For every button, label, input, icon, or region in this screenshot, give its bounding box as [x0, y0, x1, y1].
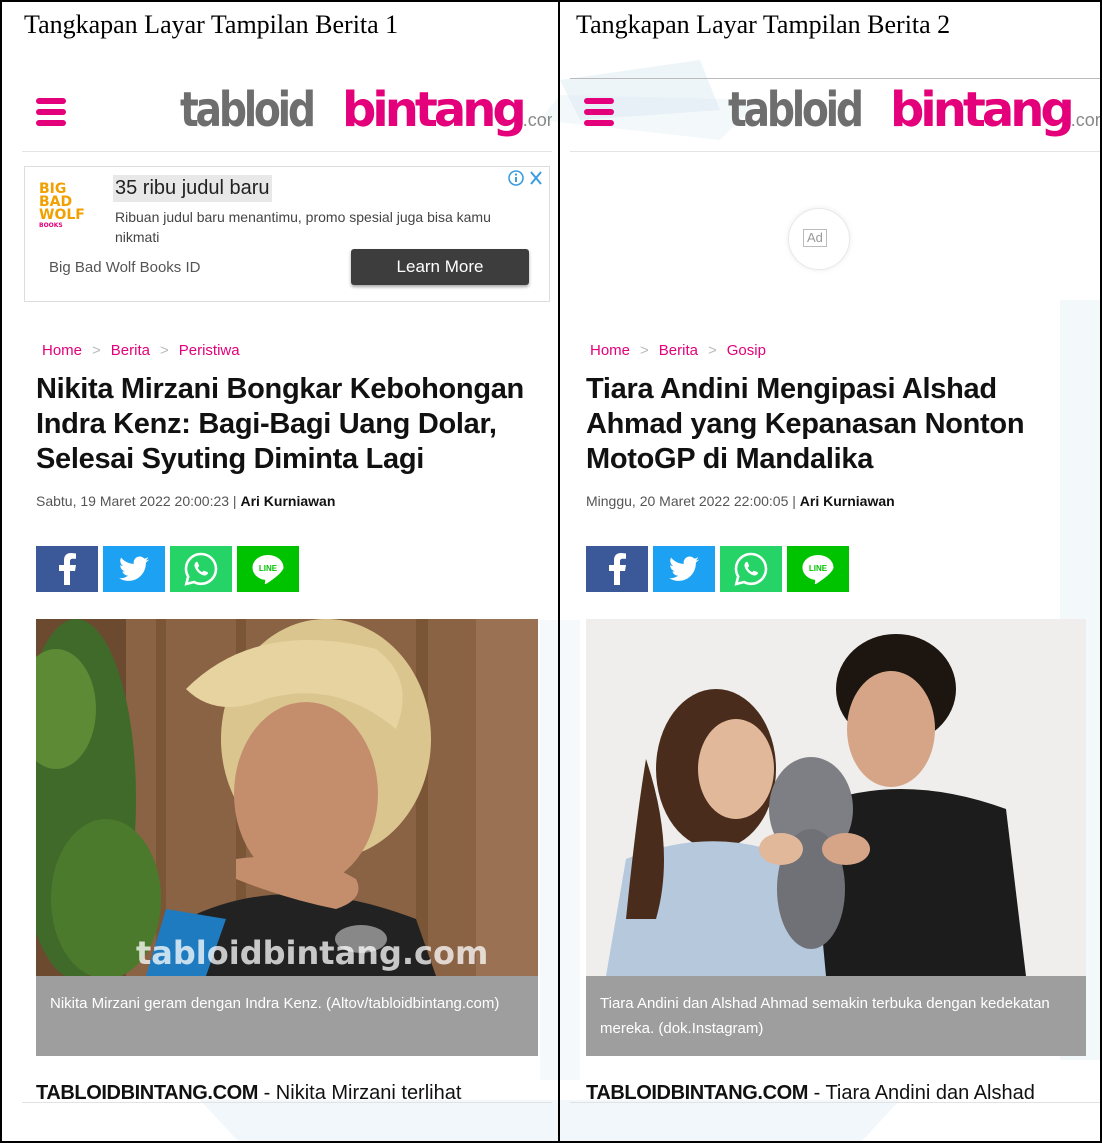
article-author[interactable]: Ari Kurniawan: [800, 493, 895, 509]
photo-watermark: tabloidbintang.com: [136, 934, 488, 972]
column-title: Tangkapan Layar Tampilan Berita 2: [576, 10, 951, 39]
article-photo-image: tabloidbintang.com: [36, 619, 538, 976]
share-twitter-button[interactable]: [653, 546, 715, 592]
chevron-right-icon: >: [159, 342, 169, 359]
close-icon[interactable]: [530, 171, 542, 185]
article-photo-image: [586, 619, 1086, 976]
phone-screenshot: tabloidbintang.com Ad Home>Berita>Gosip …: [570, 78, 1100, 1141]
info-icon[interactable]: [508, 170, 524, 186]
site-header: tabloid bintang.com: [22, 80, 552, 152]
ad-description: Ribuan judul baru menantimu, promo spesi…: [115, 209, 491, 245]
share-buttons: LINE: [36, 546, 299, 592]
lead-text: - Nikita Mirzani terlihat: [258, 1082, 462, 1104]
twitter-icon: [669, 556, 699, 581]
share-twitter-button[interactable]: [103, 546, 165, 592]
article-author[interactable]: Ari Kurniawan: [240, 493, 335, 509]
article-date: Sabtu, 19 Maret 2022 20:00:23: [36, 493, 230, 509]
photo-caption: Tiara Andini dan Alshad Ahmad semakin te…: [586, 976, 1086, 1056]
article-headline: Tiara Andini Mengipasi Alshad Ahmad yang…: [586, 373, 1025, 475]
ad-advertiser: Big Bad Wolf Books ID: [49, 259, 201, 276]
column-title: Tangkapan Layar Tampilan Berita 1: [24, 10, 399, 39]
line-icon: LINE: [802, 555, 834, 585]
photo-caption: Nikita Mirzani geram dengan Indra Kenz. …: [36, 976, 538, 1056]
logo-text-bintang: bintang: [889, 82, 1075, 138]
table-border-top: [0, 0, 1102, 2]
ad-placeholder[interactable]: Ad: [788, 208, 850, 270]
hamburger-menu-icon[interactable]: [584, 98, 614, 130]
lead-text: - Tiara Andini dan Alshad: [808, 1082, 1035, 1104]
ad-brand-logo: BIG BAD WOLF BOOKS: [39, 181, 85, 229]
ad-learn-more-button[interactable]: Learn More: [351, 249, 529, 285]
ad-choices[interactable]: [507, 169, 545, 191]
site-logo[interactable]: tabloid bintang.com: [728, 82, 1100, 138]
breadcrumb-category[interactable]: Gosip: [727, 342, 766, 359]
divider: [570, 78, 1100, 79]
article-date: Minggu, 20 Maret 2022 22:00:05: [586, 493, 789, 509]
breadcrumb-home[interactable]: Home: [590, 342, 630, 359]
breadcrumb-berita[interactable]: Berita: [111, 342, 150, 359]
column-berita-2: Tangkapan Layar Tampilan Berita 2 tabloi…: [559, 0, 1102, 1143]
breadcrumb: Home > Berita > Peristiwa: [42, 342, 240, 359]
divider: [22, 1102, 552, 1103]
facebook-icon: [609, 553, 626, 585]
whatsapp-icon: [184, 552, 218, 586]
share-line-button[interactable]: LINE: [237, 546, 299, 592]
logo-text-bintang: bintang: [341, 82, 527, 138]
screenshot-comparison-table: Tangkapan Layar Tampilan Berita 1 tabloi…: [0, 0, 1102, 1143]
share-buttons: LINE: [586, 546, 849, 592]
line-icon-label: LINE: [809, 564, 828, 573]
site-logo[interactable]: tabloid bintang.com: [180, 82, 552, 138]
chevron-right-icon: >: [640, 342, 649, 359]
article-meta: Minggu, 20 Maret 2022 22:00:05 | Ari Kur…: [586, 493, 895, 509]
share-whatsapp-button[interactable]: [170, 546, 232, 592]
breadcrumb-home[interactable]: Home: [42, 342, 82, 359]
share-facebook-button[interactable]: [36, 546, 98, 592]
breadcrumb-berita[interactable]: Berita: [659, 342, 698, 359]
divider: [570, 1102, 1100, 1103]
facebook-icon: [59, 553, 76, 585]
lead-source: TABLOIDBINTANG.COM: [36, 1082, 259, 1104]
site-header: tabloid bintang.com: [570, 80, 1100, 152]
logo-text-com: .com: [522, 110, 552, 130]
logo-text-com: .com: [1070, 110, 1100, 130]
article-photo[interactable]: tabloidbintang.com: [36, 619, 538, 976]
logo-text-tabloid: tabloid: [728, 82, 864, 138]
whatsapp-icon: [734, 552, 768, 586]
lead-source: TABLOIDBINTANG.COM: [586, 1082, 809, 1104]
share-whatsapp-button[interactable]: [720, 546, 782, 592]
article-meta: Sabtu, 19 Maret 2022 20:00:23 | Ari Kurn…: [36, 493, 336, 509]
chevron-right-icon: >: [92, 342, 101, 359]
logo-text-tabloid: tabloid: [180, 82, 316, 138]
breadcrumb-category[interactable]: Peristiwa: [179, 342, 240, 359]
share-line-button[interactable]: LINE: [787, 546, 849, 592]
article-headline: Nikita Mirzani Bongkar Kebohongan Indra …: [36, 373, 524, 475]
ad-banner[interactable]: BIG BAD WOLF BOOKS 35 ribu judul baru Ri…: [24, 166, 550, 302]
ad-label: Ad: [803, 229, 827, 247]
chevron-right-icon: >: [707, 342, 717, 359]
article-photo[interactable]: [586, 619, 1086, 976]
breadcrumb: Home > Berita > Gosip: [590, 342, 766, 359]
ad-title[interactable]: 35 ribu judul baru: [113, 175, 272, 202]
twitter-icon: [119, 556, 149, 581]
share-facebook-button[interactable]: [586, 546, 648, 592]
column-berita-1: Tangkapan Layar Tampilan Berita 1 tabloi…: [0, 0, 559, 1143]
phone-screenshot: tabloid bintang.com BIG BAD WOLF BOOKS 35…: [22, 78, 552, 1141]
line-icon-label: LINE: [259, 564, 278, 573]
line-icon: LINE: [252, 555, 284, 585]
hamburger-menu-icon[interactable]: [36, 98, 66, 130]
